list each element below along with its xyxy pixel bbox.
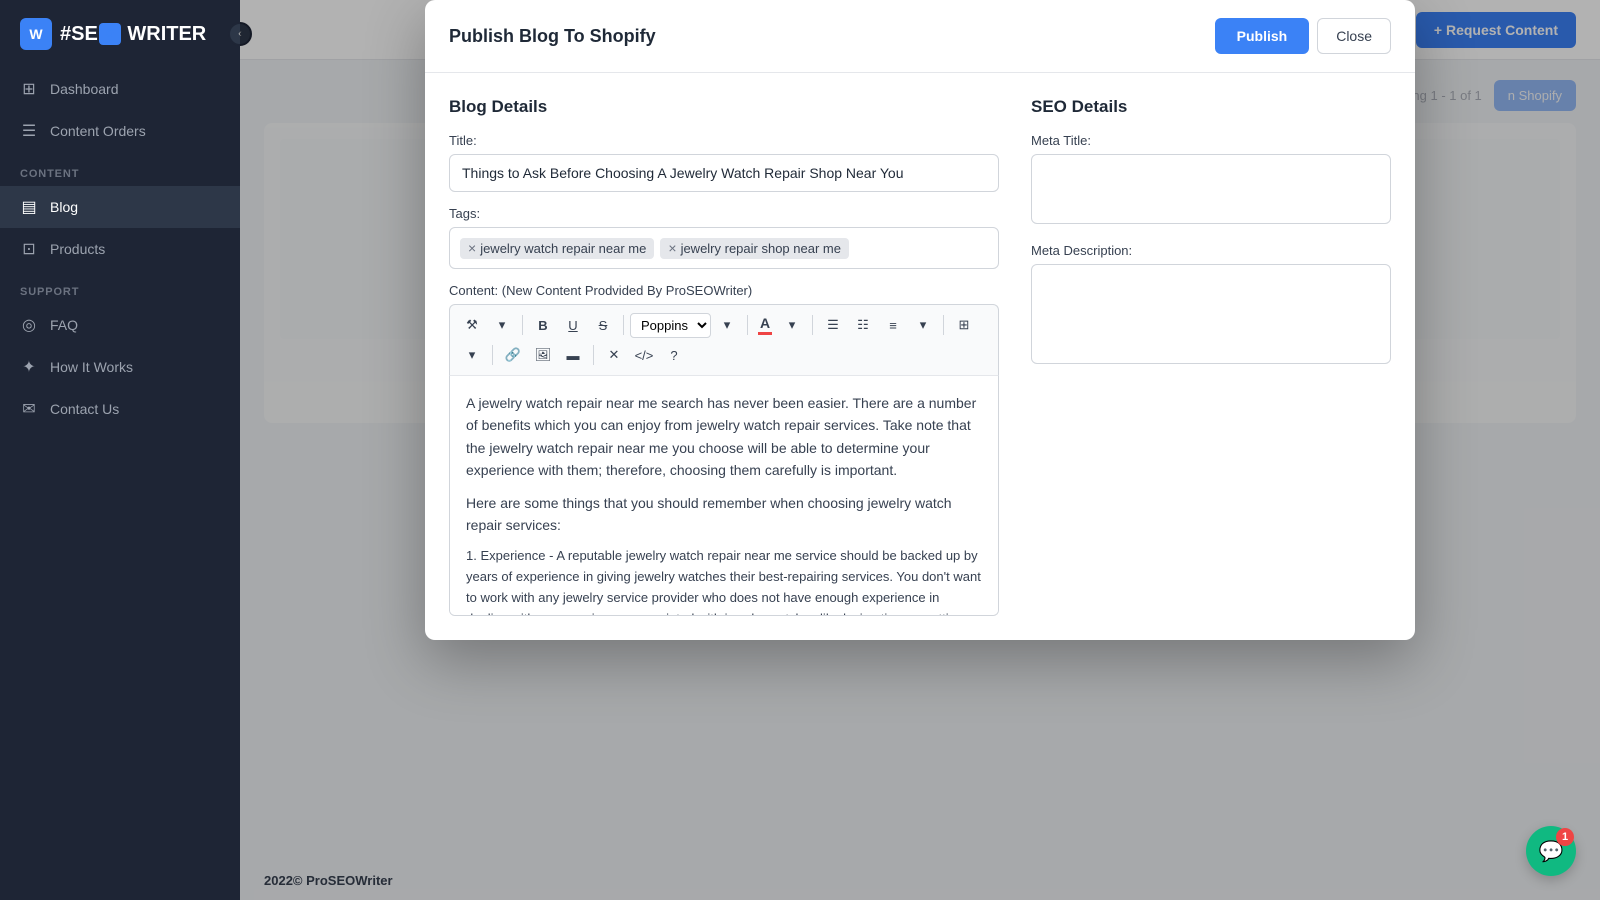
contact-us-icon: ✉	[20, 400, 38, 418]
sidebar: W #SEO WRITER ‹ ⊞ Dashboard ☰ Content Or…	[0, 0, 240, 900]
tag-label-2: jewelry repair shop near me	[681, 241, 841, 256]
title-input[interactable]	[449, 154, 999, 192]
rte-code-button[interactable]: </>	[630, 341, 658, 369]
content-orders-icon: ☰	[20, 122, 38, 140]
content-paragraph-3: 1. Experience - A reputable jewelry watc…	[466, 546, 982, 616]
sidebar-item-dashboard[interactable]: ⊞ Dashboard	[0, 68, 240, 110]
tag-2: × jewelry repair shop near me	[660, 238, 849, 259]
publish-modal: Publish Blog To Shopify Publish Close Bl…	[425, 0, 1415, 640]
rte-align-dropdown[interactable]: ▾	[909, 311, 937, 339]
sidebar-item-label: Dashboard	[50, 81, 119, 97]
toolbar-separator-7	[593, 345, 594, 365]
sidebar-item-faq[interactable]: ◎ FAQ	[0, 304, 240, 346]
font-color-bar	[758, 332, 772, 335]
modal-close-button[interactable]: Close	[1317, 18, 1391, 54]
toolbar-separator-2	[623, 315, 624, 335]
sidebar-item-content-orders[interactable]: ☰ Content Orders	[0, 110, 240, 152]
sidebar-item-contact-us[interactable]: ✉ Contact Us	[0, 388, 240, 430]
chat-badge: 1	[1556, 828, 1574, 846]
rte-image-button[interactable]: 🖼	[529, 341, 557, 369]
modal-publish-button[interactable]: Publish	[1215, 18, 1310, 54]
rte-toolbar: ⚒ ▾ B U S Poppi	[449, 304, 999, 376]
sidebar-item-label: Products	[50, 241, 105, 257]
logo-icon: W	[20, 18, 52, 50]
tags-label: Tags:	[449, 206, 999, 221]
rte-content-area[interactable]: A jewelry watch repair near me search ha…	[449, 376, 999, 616]
sidebar-item-label: How It Works	[50, 359, 133, 375]
rte-eraser-button[interactable]: ✕	[600, 341, 628, 369]
chat-widget[interactable]: 💬 1	[1526, 826, 1576, 876]
rte-bold-button[interactable]: B	[529, 311, 557, 339]
sidebar-item-label: FAQ	[50, 317, 78, 333]
dashboard-icon: ⊞	[20, 80, 38, 98]
meta-description-label: Meta Description:	[1031, 243, 1391, 258]
rte-font-color-button[interactable]: A	[754, 313, 776, 337]
content-paragraph-2: Here are some things that you should rem…	[466, 492, 982, 537]
rte-strikethrough-button[interactable]: S	[589, 311, 617, 339]
tag-1: × jewelry watch repair near me	[460, 238, 654, 259]
content-section-label: CONTENT	[0, 152, 240, 186]
seo-details-title: SEO Details	[1031, 97, 1391, 117]
rte-bullet-list-button[interactable]: ☰	[819, 311, 847, 339]
blog-details-title: Blog Details	[449, 97, 999, 117]
products-icon: ⊡	[20, 240, 38, 258]
rte-media-button[interactable]: ▬	[559, 341, 587, 369]
rte-font-select[interactable]: PoppinsArialGeorgia	[630, 313, 711, 338]
rte-help-button[interactable]: ?	[660, 341, 688, 369]
meta-title-input[interactable]	[1031, 154, 1391, 224]
modal-header-buttons: Publish Close	[1215, 18, 1391, 54]
content-label: Content: (New Content Prodvided By ProSE…	[449, 283, 999, 298]
blog-icon: ▤	[20, 198, 38, 216]
logo-text: #SEO WRITER	[60, 23, 206, 46]
modal-title: Publish Blog To Shopify	[449, 26, 656, 47]
blog-details-section: Blog Details Title: Tags: × jewelry watc…	[449, 97, 999, 616]
tag-remove-1[interactable]: ×	[468, 241, 476, 255]
rte-format-dropdown[interactable]: ▾	[488, 311, 516, 339]
toolbar-separator-5	[943, 315, 944, 335]
sidebar-item-label: Content Orders	[50, 123, 146, 139]
faq-icon: ◎	[20, 316, 38, 334]
app-logo: W #SEO WRITER	[0, 0, 240, 68]
sidebar-item-how-it-works[interactable]: ✦ How It Works	[0, 346, 240, 388]
sidebar-item-blog[interactable]: ▤ Blog	[0, 186, 240, 228]
rte-format-button[interactable]: ⚒	[458, 311, 486, 339]
main-content: + Request Content 51025 Showing 1 - 1 of…	[240, 0, 1600, 900]
toolbar-separator-4	[812, 315, 813, 335]
modal-header: Publish Blog To Shopify Publish Close	[425, 0, 1415, 73]
rte-link-button[interactable]: 🔗	[499, 341, 527, 369]
title-label: Title:	[449, 133, 999, 148]
rte-ordered-list-button[interactable]: ☷	[849, 311, 877, 339]
rte-table-dropdown[interactable]: ▾	[458, 341, 486, 369]
tag-label-1: jewelry watch repair near me	[480, 241, 646, 256]
rte-table-button[interactable]: ⊞	[950, 311, 978, 339]
rte-font-dropdown[interactable]: ▾	[713, 311, 741, 339]
seo-details-section: SEO Details Meta Title: Meta Description…	[1031, 97, 1391, 616]
meta-title-label: Meta Title:	[1031, 133, 1391, 148]
toolbar-separator-6	[492, 345, 493, 365]
how-it-works-icon: ✦	[20, 358, 38, 376]
sidebar-item-products[interactable]: ⊡ Products	[0, 228, 240, 270]
modal-overlay: Publish Blog To Shopify Publish Close Bl…	[240, 0, 1600, 900]
toolbar-separator-3	[747, 315, 748, 335]
modal-body: Blog Details Title: Tags: × jewelry watc…	[425, 73, 1415, 640]
content-paragraph-1: A jewelry watch repair near me search ha…	[466, 392, 982, 482]
tag-remove-2[interactable]: ×	[668, 241, 676, 255]
tags-container: × jewelry watch repair near me × jewelry…	[449, 227, 999, 269]
toolbar-separator-1	[522, 315, 523, 335]
sidebar-item-label: Blog	[50, 199, 78, 215]
support-section-label: SUPPORT	[0, 270, 240, 304]
meta-description-input[interactable]	[1031, 264, 1391, 364]
rte-font-color-dropdown[interactable]: ▾	[778, 311, 806, 339]
rte-align-button[interactable]: ≡	[879, 311, 907, 339]
rte-underline-button[interactable]: U	[559, 311, 587, 339]
sidebar-item-label: Contact Us	[50, 401, 119, 417]
